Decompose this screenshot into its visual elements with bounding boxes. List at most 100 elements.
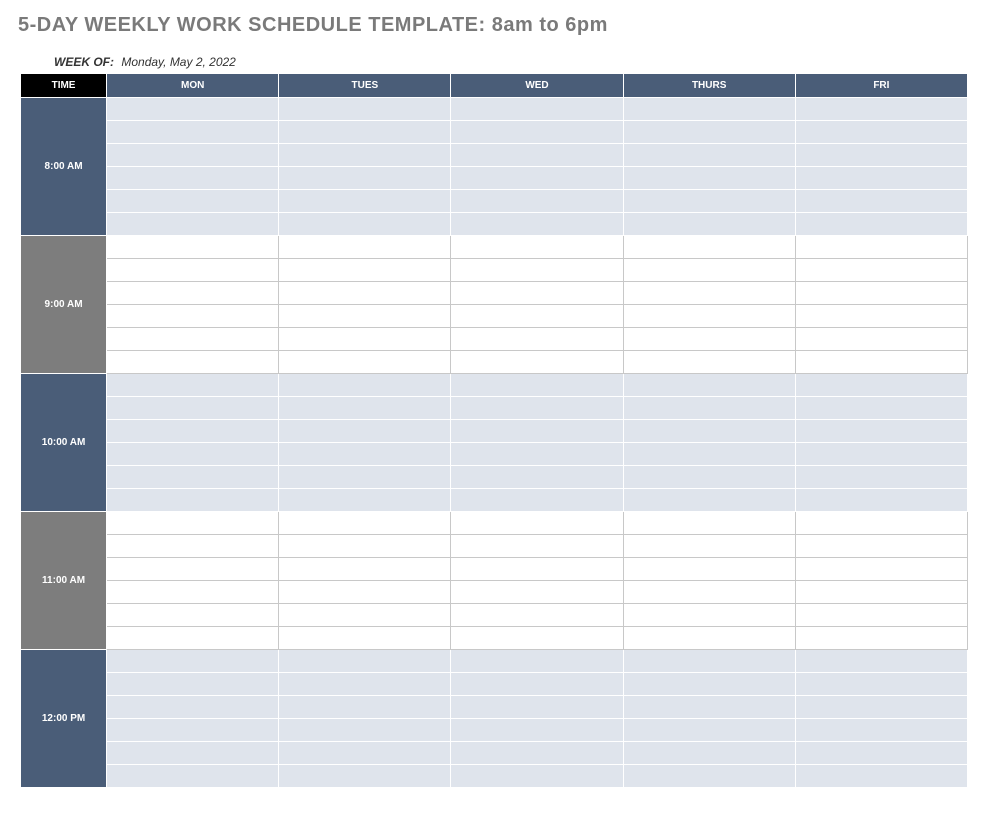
schedule-cell[interactable] [279,558,451,581]
schedule-cell[interactable] [107,650,279,673]
schedule-cell[interactable] [107,144,279,167]
schedule-cell[interactable] [107,696,279,719]
schedule-cell[interactable] [451,213,623,236]
schedule-cell[interactable] [107,742,279,765]
schedule-cell[interactable] [623,213,795,236]
schedule-cell[interactable] [795,604,967,627]
schedule-cell[interactable] [623,236,795,259]
schedule-cell[interactable] [279,535,451,558]
schedule-cell[interactable] [279,650,451,673]
schedule-cell[interactable] [795,190,967,213]
schedule-cell[interactable] [107,558,279,581]
schedule-cell[interactable] [451,98,623,121]
schedule-cell[interactable] [623,190,795,213]
schedule-cell[interactable] [795,443,967,466]
schedule-cell[interactable] [451,581,623,604]
schedule-cell[interactable] [107,397,279,420]
schedule-cell[interactable] [451,397,623,420]
schedule-cell[interactable] [279,190,451,213]
schedule-cell[interactable] [107,328,279,351]
schedule-cell[interactable] [451,512,623,535]
schedule-cell[interactable] [451,673,623,696]
schedule-cell[interactable] [623,489,795,512]
schedule-cell[interactable] [107,420,279,443]
schedule-cell[interactable] [107,581,279,604]
schedule-cell[interactable] [795,489,967,512]
schedule-cell[interactable] [795,650,967,673]
schedule-cell[interactable] [623,765,795,788]
schedule-cell[interactable] [623,535,795,558]
schedule-cell[interactable] [623,420,795,443]
schedule-cell[interactable] [451,765,623,788]
schedule-cell[interactable] [107,213,279,236]
schedule-cell[interactable] [451,719,623,742]
schedule-cell[interactable] [795,328,967,351]
schedule-cell[interactable] [107,236,279,259]
schedule-cell[interactable] [451,374,623,397]
schedule-cell[interactable] [451,742,623,765]
schedule-cell[interactable] [107,351,279,374]
schedule-cell[interactable] [795,167,967,190]
schedule-cell[interactable] [795,558,967,581]
schedule-cell[interactable] [279,512,451,535]
schedule-cell[interactable] [107,535,279,558]
schedule-cell[interactable] [795,351,967,374]
schedule-cell[interactable] [279,742,451,765]
schedule-cell[interactable] [795,144,967,167]
schedule-cell[interactable] [107,374,279,397]
schedule-cell[interactable] [623,466,795,489]
schedule-cell[interactable] [451,535,623,558]
schedule-cell[interactable] [279,581,451,604]
schedule-cell[interactable] [107,489,279,512]
schedule-cell[interactable] [795,466,967,489]
schedule-cell[interactable] [107,190,279,213]
schedule-cell[interactable] [795,696,967,719]
schedule-cell[interactable] [795,282,967,305]
schedule-cell[interactable] [623,167,795,190]
schedule-cell[interactable] [795,121,967,144]
schedule-cell[interactable] [279,167,451,190]
schedule-cell[interactable] [623,604,795,627]
schedule-cell[interactable] [107,443,279,466]
schedule-cell[interactable] [795,719,967,742]
schedule-cell[interactable] [623,259,795,282]
schedule-cell[interactable] [279,466,451,489]
schedule-cell[interactable] [451,558,623,581]
schedule-cell[interactable] [451,351,623,374]
schedule-cell[interactable] [623,719,795,742]
schedule-cell[interactable] [107,765,279,788]
schedule-cell[interactable] [623,374,795,397]
schedule-cell[interactable] [107,98,279,121]
schedule-cell[interactable] [279,719,451,742]
schedule-cell[interactable] [623,98,795,121]
schedule-cell[interactable] [279,213,451,236]
schedule-cell[interactable] [623,581,795,604]
schedule-cell[interactable] [279,305,451,328]
schedule-cell[interactable] [795,420,967,443]
schedule-cell[interactable] [623,512,795,535]
schedule-cell[interactable] [623,305,795,328]
schedule-cell[interactable] [451,190,623,213]
schedule-cell[interactable] [107,167,279,190]
schedule-cell[interactable] [623,443,795,466]
schedule-cell[interactable] [451,259,623,282]
schedule-cell[interactable] [279,627,451,650]
schedule-cell[interactable] [451,443,623,466]
schedule-cell[interactable] [451,696,623,719]
schedule-cell[interactable] [279,328,451,351]
schedule-cell[interactable] [279,98,451,121]
schedule-cell[interactable] [279,121,451,144]
schedule-cell[interactable] [107,673,279,696]
schedule-cell[interactable] [107,121,279,144]
schedule-cell[interactable] [451,627,623,650]
schedule-cell[interactable] [107,627,279,650]
schedule-cell[interactable] [795,581,967,604]
schedule-cell[interactable] [795,673,967,696]
schedule-cell[interactable] [279,696,451,719]
schedule-cell[interactable] [623,397,795,420]
schedule-cell[interactable] [107,259,279,282]
schedule-cell[interactable] [451,236,623,259]
schedule-cell[interactable] [107,512,279,535]
schedule-cell[interactable] [451,282,623,305]
schedule-cell[interactable] [107,466,279,489]
